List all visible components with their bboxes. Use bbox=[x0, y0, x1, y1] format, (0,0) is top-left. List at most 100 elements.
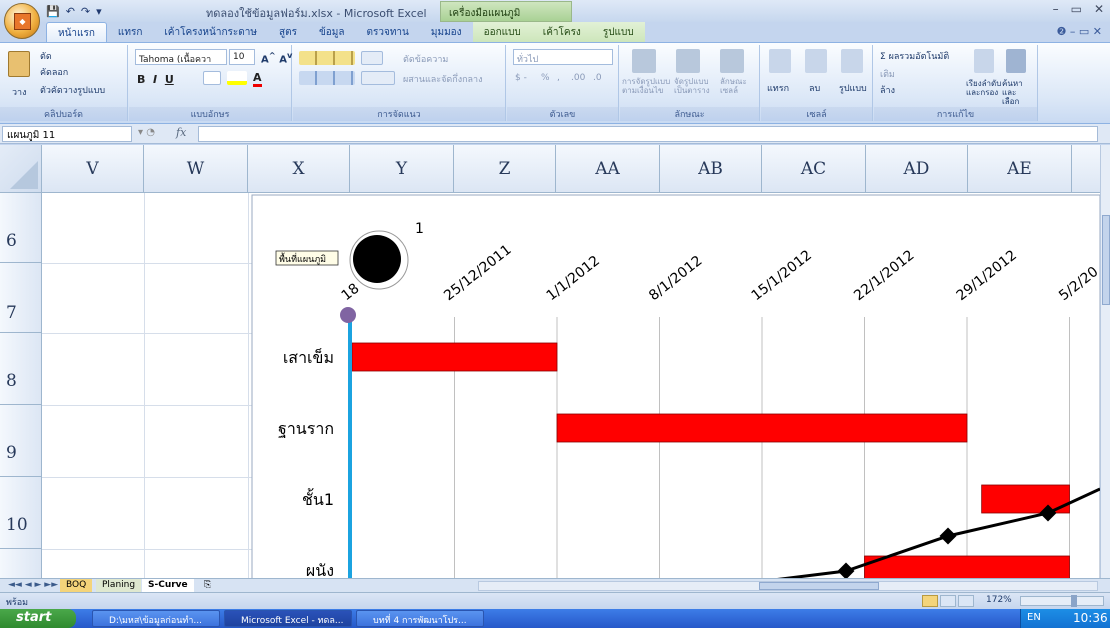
find-select-icon[interactable] bbox=[1006, 49, 1026, 73]
close-button[interactable]: ✕ bbox=[1094, 2, 1104, 16]
tab-home[interactable]: หน้าแรก bbox=[46, 22, 107, 42]
zoom-level[interactable]: 172% bbox=[986, 595, 1012, 605]
vertical-scrollbar[interactable] bbox=[1100, 145, 1110, 578]
find-select-button[interactable]: ค้นหาและ เลือก bbox=[1002, 79, 1036, 106]
normal-view-icon[interactable] bbox=[922, 595, 938, 607]
page-layout-view-icon[interactable] bbox=[940, 595, 956, 607]
copy-button[interactable]: คัดลอก bbox=[40, 65, 68, 79]
tab-review[interactable]: ตรวจทาน bbox=[356, 22, 420, 42]
sheet-nav-arrows-icon[interactable]: ◄◄ ◄ ► ►► bbox=[2, 579, 64, 593]
percent-button[interactable]: % bbox=[541, 73, 550, 83]
merge-center-button[interactable]: ผสานและจัดกึ่งกลาง bbox=[403, 72, 483, 86]
clear-button[interactable]: ล้าง bbox=[880, 83, 895, 97]
cell-styles-icon[interactable] bbox=[720, 49, 744, 73]
rotate-handle-icon[interactable] bbox=[353, 235, 401, 283]
gantt-chart[interactable]: 18 25/12/2011 1/1/2012 8/1/2012 15/1/2012 22/… bbox=[248, 193, 1100, 578]
fill-color-icon[interactable] bbox=[227, 71, 247, 85]
orientation-icon[interactable] bbox=[361, 51, 383, 65]
tab-format[interactable]: รูปแบบ bbox=[591, 22, 645, 42]
tab-page-layout[interactable]: เค้าโครงหน้ากระดาษ bbox=[153, 22, 268, 42]
format-cells-button[interactable]: รูปแบบ bbox=[839, 81, 867, 95]
minimize-button[interactable]: – bbox=[1053, 2, 1059, 16]
conditional-format-icon[interactable] bbox=[632, 49, 656, 73]
undo-icon[interactable]: ↶ bbox=[66, 5, 75, 18]
column-header-ab[interactable]: AB bbox=[660, 145, 762, 193]
font-name-select[interactable]: Tahoma (เนื้อควา bbox=[135, 49, 227, 65]
sort-filter-button[interactable]: เรียงลำดับ และกรอง bbox=[966, 79, 1002, 97]
column-header-ac[interactable]: AC bbox=[762, 145, 866, 193]
tab-layout[interactable]: เค้าโครง bbox=[531, 22, 592, 42]
column-header-ae[interactable]: AE bbox=[968, 145, 1072, 193]
decrease-decimal-button[interactable]: .0 bbox=[593, 73, 602, 83]
table-format-button[interactable]: จัดรูปแบบ เป็นตาราง bbox=[674, 77, 718, 95]
bold-italic-underline-icons[interactable]: B I U bbox=[137, 73, 174, 86]
column-header-w[interactable]: W bbox=[144, 145, 248, 193]
column-header-v[interactable]: V bbox=[42, 145, 144, 193]
tab-formulas[interactable]: สูตร bbox=[268, 22, 308, 42]
customize-qat-icon[interactable]: ▾ bbox=[96, 5, 102, 18]
increase-decimal-button[interactable]: .00 bbox=[571, 73, 585, 83]
sheet-tab-s-curve[interactable]: S-Curve bbox=[142, 579, 194, 593]
tab-view[interactable]: มุมมอง bbox=[420, 22, 473, 42]
row-header-6[interactable]: 6 bbox=[0, 193, 42, 263]
font-size-select[interactable]: 10 bbox=[229, 49, 255, 65]
tab-insert[interactable]: แทรก bbox=[107, 22, 153, 42]
name-box-dropdown-icon[interactable]: ▾ ◔ bbox=[138, 127, 155, 138]
horizontal-scrollbar[interactable] bbox=[478, 581, 1098, 591]
autosum-button[interactable]: Σ ผลรวมอัตโนมัติ bbox=[880, 49, 949, 63]
taskbar-item-word[interactable]: บทที่ 4 การพัฒนาโปร... bbox=[356, 610, 484, 627]
vertical-align-icons[interactable] bbox=[299, 51, 355, 65]
grow-font-icon[interactable]: A^ Av bbox=[261, 50, 292, 65]
table-format-icon[interactable] bbox=[676, 49, 700, 73]
tab-data[interactable]: ข้อมูล bbox=[308, 22, 356, 42]
column-header-y[interactable]: Y bbox=[350, 145, 454, 193]
column-header-z[interactable]: Z bbox=[454, 145, 556, 193]
column-header-aa[interactable]: AA bbox=[556, 145, 660, 193]
insert-cells-icon[interactable] bbox=[769, 49, 791, 73]
row-header-8[interactable]: 8 bbox=[0, 333, 42, 405]
column-header-ad[interactable]: AD bbox=[866, 145, 968, 193]
paste-label[interactable]: วาง bbox=[12, 85, 27, 99]
sort-filter-icon[interactable] bbox=[974, 49, 994, 73]
column-header-x[interactable]: X bbox=[248, 145, 350, 193]
vertical-scroll-thumb[interactable] bbox=[1102, 215, 1110, 305]
insert-cells-button[interactable]: แทรก bbox=[767, 81, 789, 95]
formula-input[interactable] bbox=[198, 126, 1098, 142]
row-header-11[interactable] bbox=[0, 549, 42, 578]
redo-icon[interactable]: ↷ bbox=[81, 5, 90, 18]
tab-design[interactable]: ออกแบบ bbox=[472, 22, 532, 42]
language-indicator[interactable]: EN bbox=[1027, 612, 1041, 623]
sheet-tab-boq[interactable]: BOQ bbox=[60, 579, 93, 593]
horizontal-align-icons[interactable] bbox=[299, 71, 355, 85]
save-icon[interactable]: 💾 bbox=[46, 5, 60, 18]
delete-cells-button[interactable]: ลบ bbox=[809, 81, 820, 95]
row-header-10[interactable]: 10 bbox=[0, 477, 42, 549]
border-icon[interactable] bbox=[203, 71, 221, 85]
sheet-tab-planing[interactable]: Planing bbox=[96, 579, 142, 593]
column-header-next[interactable] bbox=[1072, 145, 1100, 193]
comma-button[interactable]: , bbox=[557, 73, 560, 83]
help-icon[interactable]: ❷ – ▭ ✕ bbox=[1057, 25, 1102, 38]
paste-icon[interactable] bbox=[8, 51, 30, 77]
name-box[interactable]: แผนภูมิ 11 bbox=[2, 126, 132, 142]
delete-cells-icon[interactable] bbox=[805, 49, 827, 73]
row-header-7[interactable]: 7 bbox=[0, 263, 42, 333]
currency-icon[interactable]: $ - bbox=[515, 73, 527, 83]
indent-icons[interactable] bbox=[361, 71, 395, 85]
taskbar-item-excel[interactable]: Microsoft Excel - ทดล... bbox=[224, 610, 352, 627]
insert-function-button[interactable]: fx bbox=[176, 126, 186, 139]
font-color-icon[interactable]: A bbox=[253, 71, 262, 87]
office-button[interactable]: ◆ bbox=[4, 3, 40, 39]
start-button[interactable]: start bbox=[0, 609, 76, 628]
wrap-text-button[interactable]: ตัดข้อความ bbox=[403, 52, 448, 66]
number-format-select[interactable]: ทั่วไป bbox=[513, 49, 613, 65]
select-all-corner[interactable] bbox=[0, 145, 42, 193]
cut-button[interactable]: ตัด bbox=[40, 49, 52, 63]
format-cells-icon[interactable] bbox=[841, 49, 863, 73]
format-painter-button[interactable]: ตัวคัดวางรูปแบบ bbox=[40, 83, 105, 97]
row-header-9[interactable]: 9 bbox=[0, 405, 42, 477]
conditional-format-button[interactable]: การจัดรูปแบบ ตามเงื่อนไข bbox=[622, 77, 674, 95]
maximize-button[interactable]: ▭ bbox=[1071, 2, 1082, 16]
zoom-slider[interactable] bbox=[1020, 595, 1104, 607]
cell-styles-button[interactable]: ลักษณะ เซลล์ bbox=[720, 77, 756, 95]
